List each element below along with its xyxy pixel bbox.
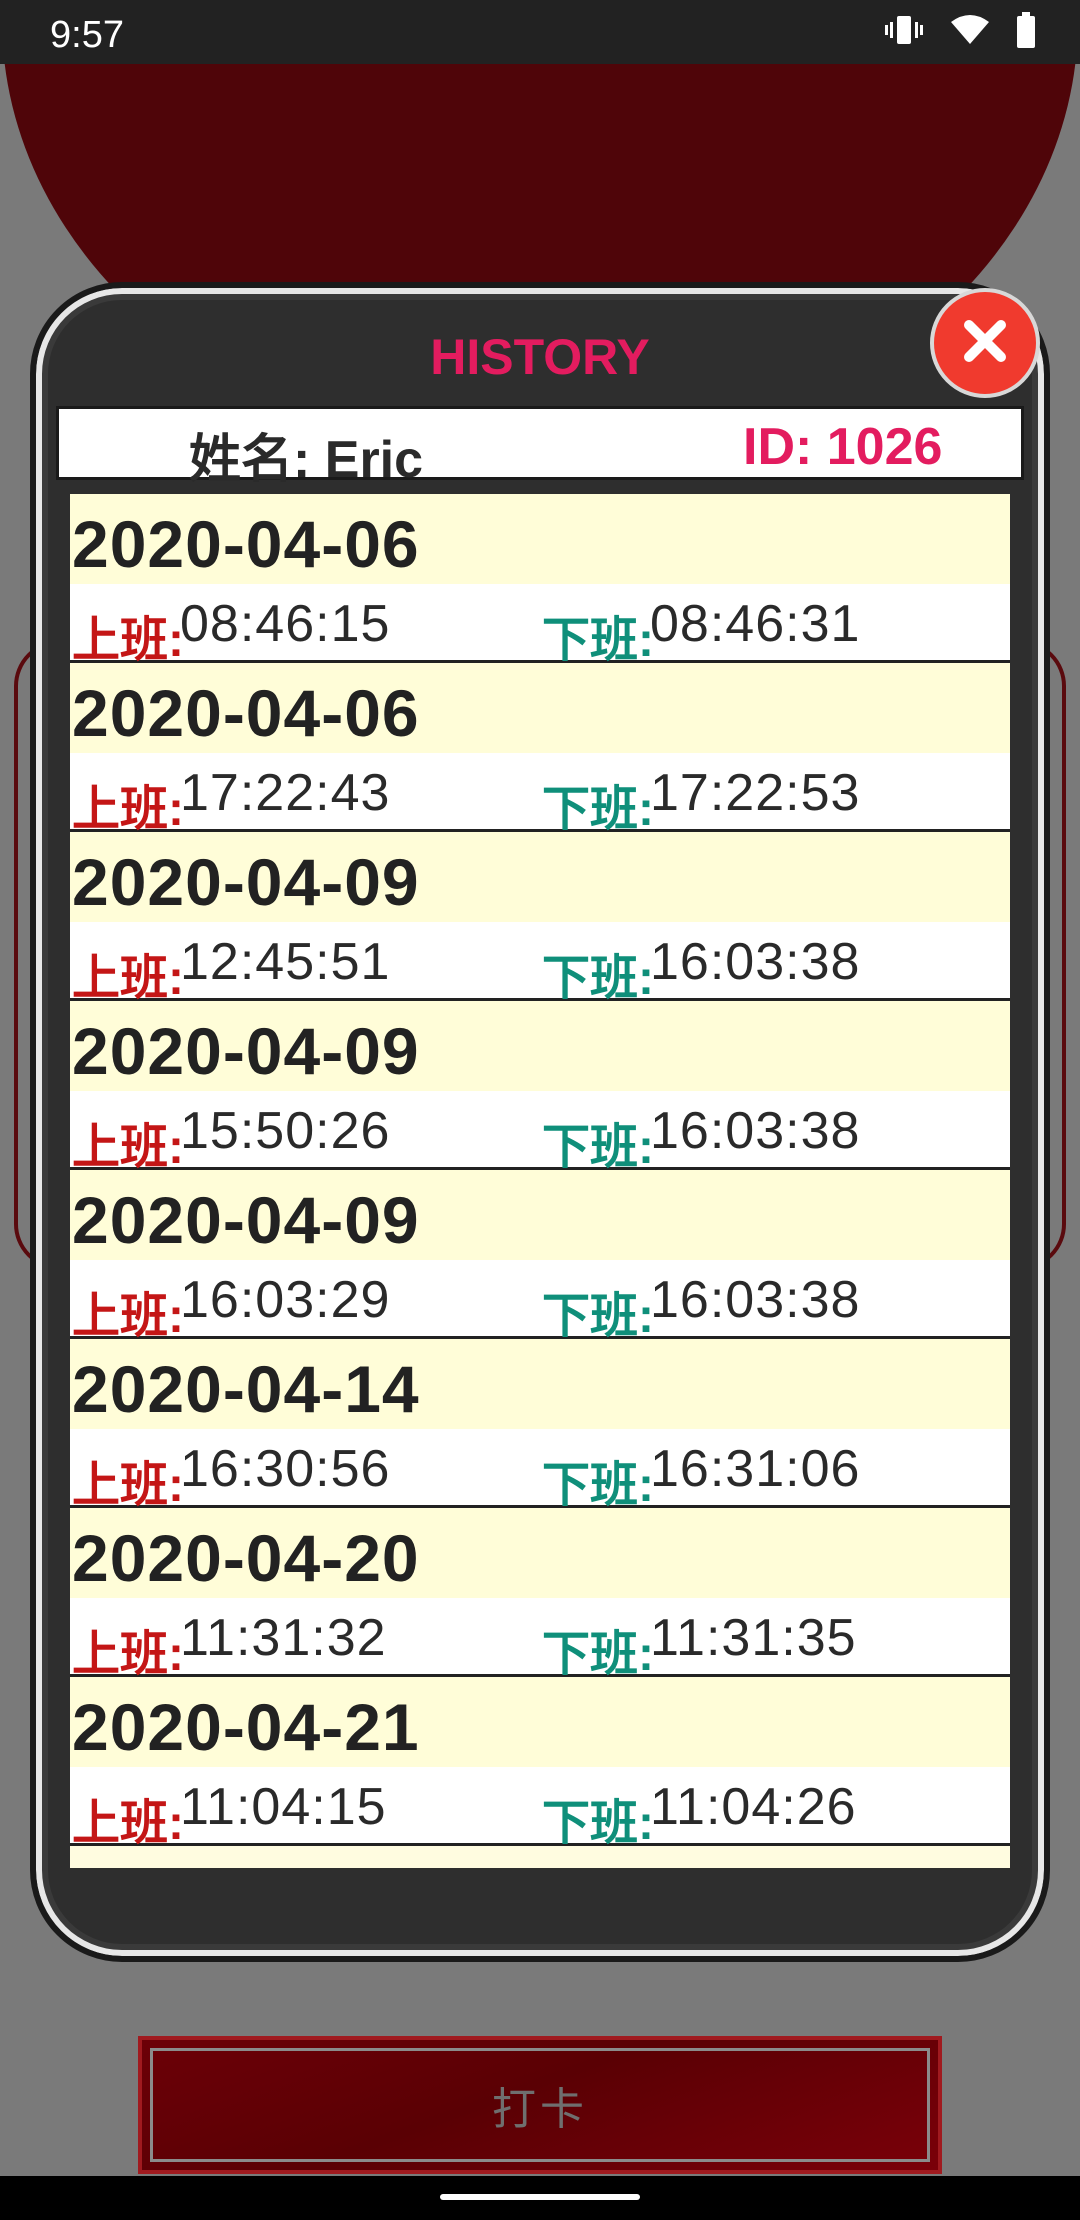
- user-info-bar: 姓名: Eric ID: 1026: [56, 406, 1024, 489]
- record-date: 2020-04-14: [70, 1339, 1010, 1429]
- clock-out-label: 下班:: [542, 952, 654, 1005]
- clock-in-time: 12:45:51: [180, 933, 391, 991]
- clock-in-label: 上班:: [72, 1121, 184, 1174]
- record-date: 2020-04-09: [70, 1001, 1010, 1091]
- record-date: 2020-04-20: [70, 1508, 1010, 1598]
- clock-in-label: 上班:: [72, 1290, 184, 1343]
- clock-out-time: 16:31:06: [650, 1440, 861, 1498]
- clock-out-time: 16:03:38: [650, 1271, 861, 1329]
- clock-out-time: 11:04:26: [650, 1778, 857, 1836]
- dialog-title: HISTORY: [430, 329, 650, 385]
- history-record: 2020-04-09 上班: 16:03:29 下班: 16:03:38: [70, 1170, 1010, 1343]
- screen: 打卡 9:57 HISTORY 姓名: Eric ID: 1026 2020-0…: [0, 0, 1080, 2220]
- status-bar: 9:57: [0, 0, 1080, 64]
- record-times: 上班: 16:30:56 下班: 16:31:06: [70, 1429, 1010, 1512]
- record-date: 2020-04-09: [70, 1170, 1010, 1260]
- vibrate-icon: [884, 14, 924, 51]
- clock-out-time: 17:22:53: [650, 764, 861, 822]
- clock-in-time: 08:46:15: [180, 595, 391, 653]
- clock-in-label: 上班:: [72, 783, 184, 836]
- clock-out-label: 下班:: [542, 1797, 654, 1850]
- record-times: 上班: 12:45:51 下班: 16:03:38: [70, 922, 1010, 1005]
- clock-out-time: 11:31:35: [650, 1609, 857, 1667]
- user-name: 姓名: Eric: [189, 431, 424, 489]
- navigation-bar: [0, 2176, 1080, 2220]
- record-times: 上班: 16:03:29 下班: 16:03:38: [70, 1260, 1010, 1343]
- clock-in-time: 15:50:26: [180, 1102, 391, 1160]
- clock-in-button-label: 打卡: [150, 2048, 930, 2162]
- clock-in-time: 11:04:15: [180, 1778, 387, 1836]
- clock-in-time: 17:22:43: [180, 764, 391, 822]
- history-record: 2020-04-21 上班: 11:04:15 下班: 11:04:26: [70, 1677, 1010, 1850]
- close-button[interactable]: [930, 288, 1040, 398]
- clock-out-label: 下班:: [542, 1459, 654, 1512]
- clock-out-time: 08:46:31: [650, 595, 861, 653]
- history-list[interactable]: 2020-04-06 上班: 08:46:15 下班: 08:46:31 2020-04-…: [70, 494, 1010, 1868]
- record-times: 上班: 11:04:15 下班: 11:04:26: [70, 1767, 1010, 1850]
- clock-in-time: 11:31:32: [180, 1609, 387, 1667]
- history-record: 2020-04-06 上班: 17:22:43 下班: 17:22:53: [70, 663, 1010, 836]
- user-id: ID: 1026: [743, 418, 943, 476]
- history-record: 2020-04-20 上班: 11:31:32 下班: 11:31:35: [70, 1508, 1010, 1681]
- record-times: 上班: 08:46:15 下班: 08:46:31: [70, 584, 1010, 667]
- clock-in-time: 16:03:29: [180, 1271, 391, 1329]
- clock-in-label: 上班:: [72, 1797, 184, 1850]
- wifi-icon: [950, 14, 990, 51]
- history-record: 2020-04-09 上班: 12:45:51 下班: 16:03:38: [70, 832, 1010, 1005]
- status-time: 9:57: [50, 14, 124, 56]
- clock-in-button[interactable]: 打卡: [138, 2036, 942, 2174]
- close-icon: [960, 316, 1010, 371]
- record-times: 上班: 17:22:43 下班: 17:22:53: [70, 753, 1010, 836]
- clock-out-time: 16:03:38: [650, 1102, 861, 1160]
- clock-out-label: 下班:: [542, 783, 654, 836]
- clock-out-label: 下班:: [542, 614, 654, 667]
- clock-out-label: 下班:: [542, 1121, 654, 1174]
- clock-in-label: 上班:: [72, 952, 184, 1005]
- record-date: 2020-04-21: [70, 1677, 1010, 1767]
- battery-icon: [1016, 11, 1036, 53]
- clock-out-label: 下班:: [542, 1628, 654, 1681]
- record-times: 上班: 15:50:26 下班: 16:03:38: [70, 1091, 1010, 1174]
- clock-out-label: 下班:: [542, 1290, 654, 1343]
- record-times: 上班: 11:31:32 下班: 11:31:35: [70, 1598, 1010, 1681]
- history-record: 2020-04-09 上班: 15:50:26 下班: 16:03:38: [70, 1001, 1010, 1174]
- status-icons: [884, 11, 1036, 53]
- history-record: 2020-04-14 上班: 16:30:56 下班: 16:31:06: [70, 1339, 1010, 1512]
- home-gesture-handle[interactable]: [440, 2194, 640, 2200]
- clock-in-time: 16:30:56: [180, 1440, 391, 1498]
- history-record: 2020-04-06 上班: 08:46:15 下班: 08:46:31: [70, 494, 1010, 667]
- record-date: 2020-04-06: [70, 494, 1010, 584]
- clock-in-label: 上班:: [72, 614, 184, 667]
- record-date: 2020-04-06: [70, 663, 1010, 753]
- clock-in-label: 上班:: [72, 1459, 184, 1512]
- clock-out-time: 16:03:38: [650, 933, 861, 991]
- record-date: 2020-04-09: [70, 832, 1010, 922]
- clock-in-label: 上班:: [72, 1628, 184, 1681]
